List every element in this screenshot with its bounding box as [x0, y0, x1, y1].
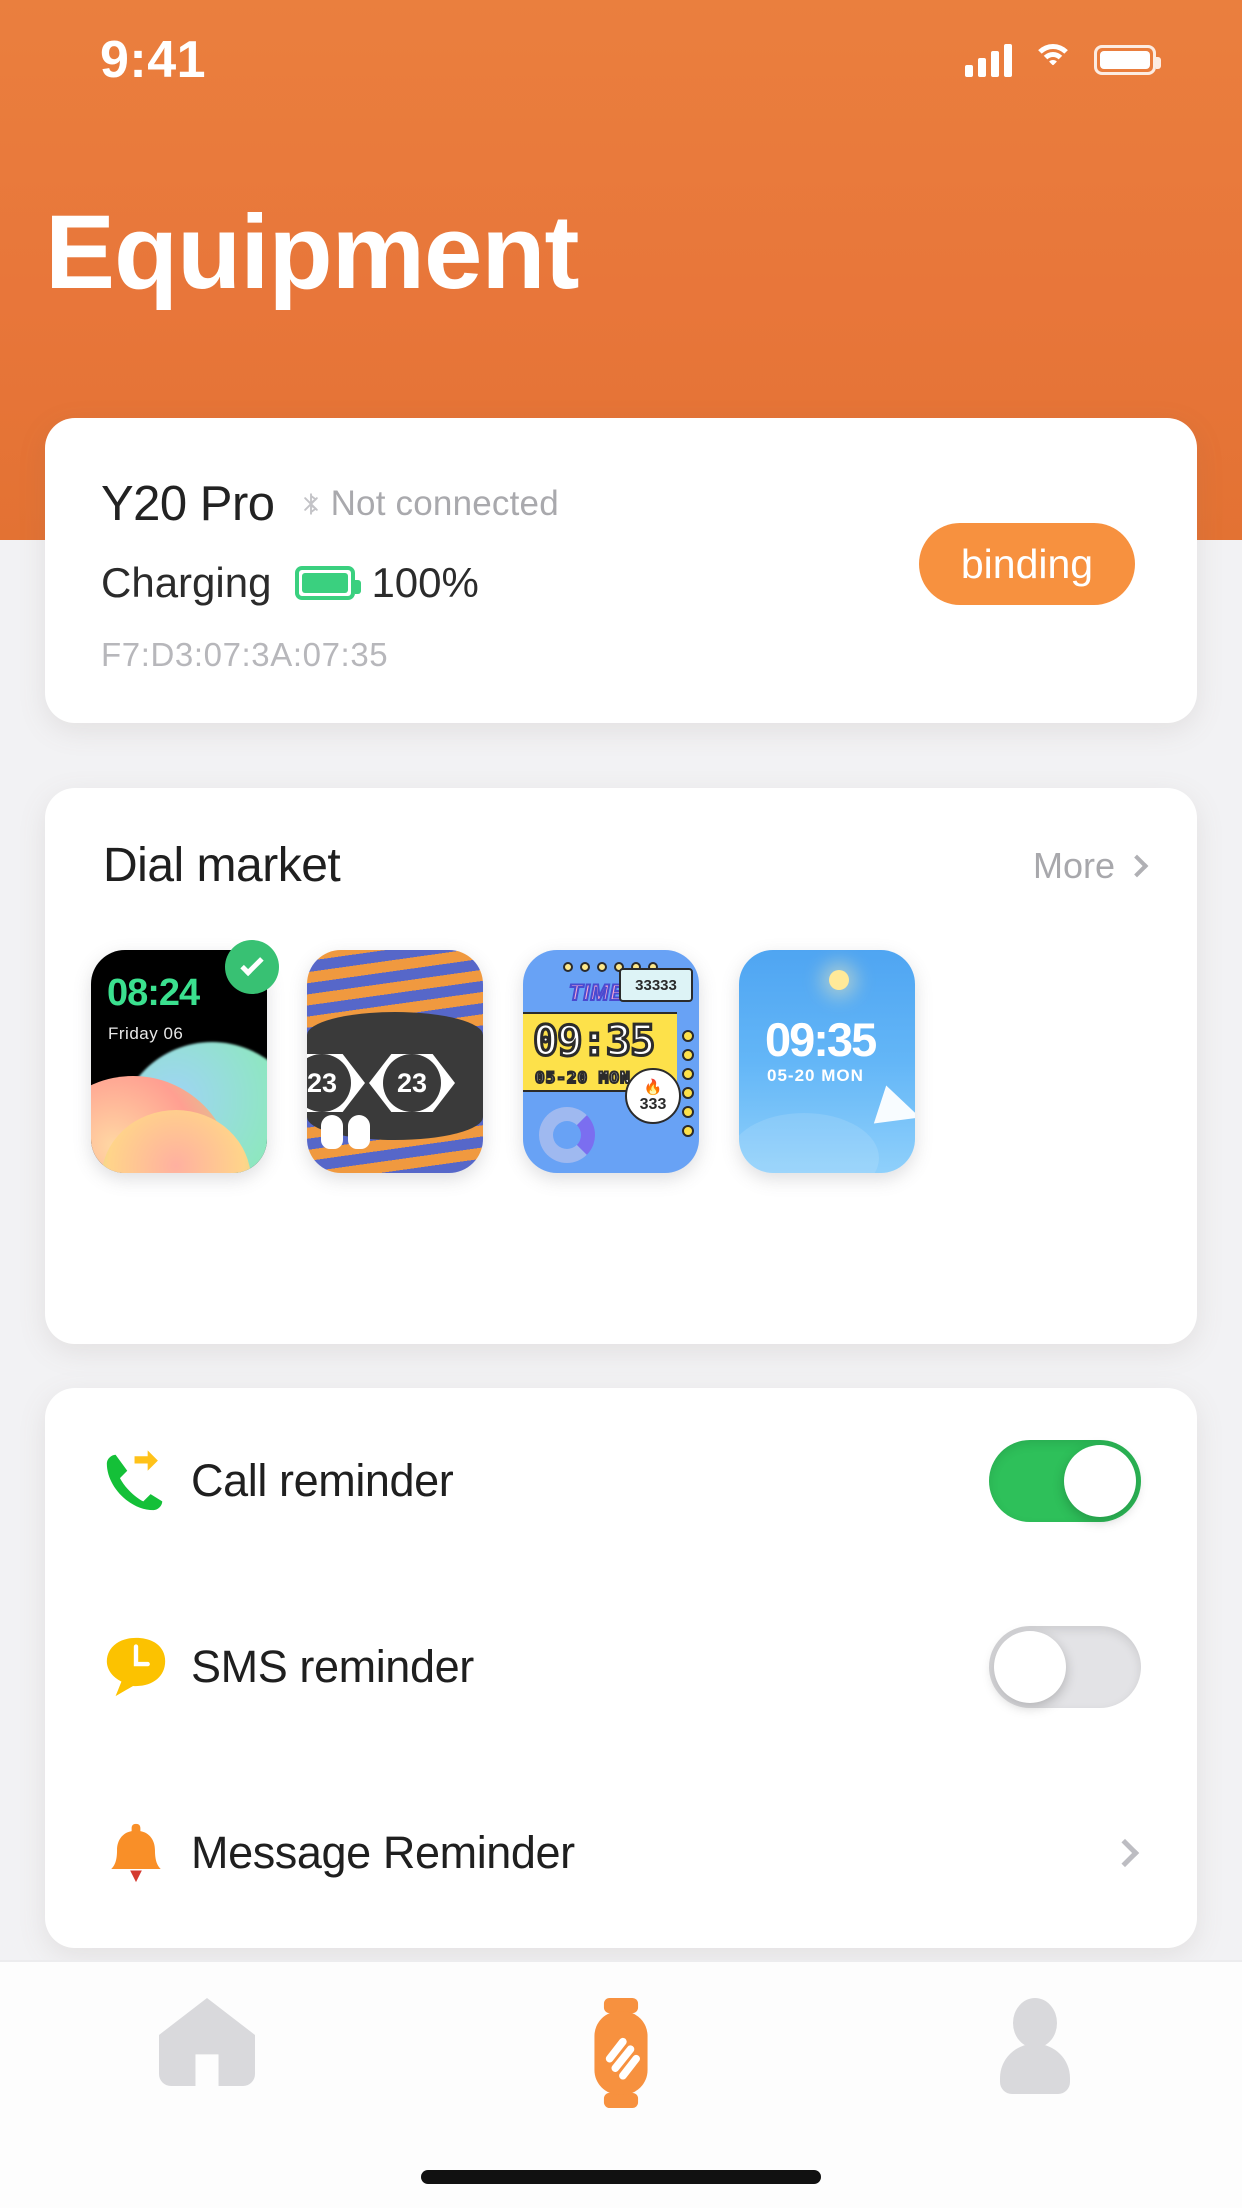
device-connection: Not connected — [297, 484, 559, 524]
dial-item[interactable]: 23 23 — [307, 950, 483, 1173]
dial-step-count: 33333 — [619, 968, 693, 1002]
binding-button[interactable]: binding — [919, 523, 1135, 605]
call-reminder-toggle[interactable] — [989, 1440, 1141, 1522]
settings-row-label: Call reminder — [191, 1455, 454, 1506]
settings-row-label: SMS reminder — [191, 1641, 474, 1692]
dial-right-number: 23 — [383, 1054, 441, 1112]
app-screen: 9:41 Equipment Y20 Pro Not connected Cha… — [0, 0, 1242, 2208]
dial-market-header: Dial market More — [103, 838, 1149, 893]
toggle-knob — [1064, 1445, 1136, 1517]
toggle-knob — [994, 1631, 1066, 1703]
blue-sky-dial-thumbnail[interactable]: 09:35 05-20 MON — [739, 950, 915, 1173]
bell-icon — [101, 1818, 171, 1888]
sms-bubble-icon — [101, 1632, 171, 1702]
sun-icon — [829, 970, 849, 990]
tab-profile[interactable] — [828, 1998, 1242, 2094]
dial-thumbnail-list[interactable]: 08:24 Friday 06 23 23 TIME 33333 09:35 0… — [91, 940, 1197, 1290]
wifi-icon — [1032, 44, 1074, 76]
device-name: Y20 Pro — [101, 477, 275, 531]
charging-label: Charging — [101, 559, 272, 606]
watch-icon — [594, 1998, 648, 2108]
cellular-signal-icon — [965, 43, 1012, 77]
more-label: More — [1032, 844, 1115, 886]
dial-calories: 333 — [639, 1096, 667, 1114]
hill-decoration — [739, 1113, 879, 1173]
chevron-right-icon — [1110, 1838, 1140, 1868]
battery-icon — [1094, 45, 1161, 75]
dial-time: 09:35 — [531, 1015, 656, 1067]
dial-market-title: Dial market — [103, 839, 341, 892]
dial-calorie-badge: 🔥 333 — [625, 1068, 681, 1124]
dial-item[interactable]: 09:35 05-20 MON — [739, 950, 915, 1173]
device-mac-address: F7:D3:07:3A:07:35 — [101, 636, 389, 673]
dial-market-more-button[interactable]: More — [1032, 844, 1149, 887]
teeth-decoration — [321, 1115, 370, 1149]
settings-row-sms-reminder[interactable]: SMS reminder — [45, 1574, 1197, 1760]
home-icon — [159, 1998, 255, 2086]
flame-icon: 🔥 — [643, 1079, 663, 1097]
home-indicator — [421, 2170, 821, 2184]
settings-row-call-reminder[interactable]: Call reminder — [45, 1388, 1197, 1574]
retro-pixel-dial-thumbnail[interactable]: TIME 33333 09:35 05-20 MON 🔥 333 — [523, 950, 699, 1173]
settings-card: Call reminder SMS reminder Message Remin… — [45, 1388, 1197, 1948]
dial-date: 05-20 MON — [767, 1066, 864, 1085]
ring-decoration — [539, 1107, 595, 1163]
tab-home[interactable] — [0, 1998, 414, 2086]
dial-item[interactable]: TIME 33333 09:35 05-20 MON 🔥 333 — [523, 950, 699, 1173]
settings-row-label: Message Reminder — [191, 1827, 575, 1878]
chevron-right-icon — [1125, 854, 1149, 877]
page-title: Equipment — [45, 194, 579, 311]
settings-row-message-reminder[interactable]: Message Reminder — [45, 1760, 1197, 1946]
dial-time: 09:35 — [765, 1013, 877, 1066]
dial-item[interactable]: 08:24 Friday 06 — [91, 940, 279, 1173]
dial-time-label: TIME — [568, 979, 626, 1006]
device-card[interactable]: Y20 Pro Not connected Charging 100% F7:D… — [45, 418, 1197, 723]
status-bar-icons — [965, 43, 1161, 77]
status-bar: 9:41 — [0, 0, 1242, 120]
dial-date: Friday 06 — [108, 1024, 184, 1043]
phone-call-icon — [101, 1446, 171, 1516]
profile-icon — [991, 1998, 1079, 2094]
selected-check-icon — [225, 940, 279, 994]
paper-plane-icon — [873, 1085, 915, 1137]
sms-reminder-toggle[interactable] — [989, 1626, 1141, 1708]
dial-date: 05-20 MON — [534, 1067, 631, 1088]
battery-level-icon — [295, 566, 362, 600]
device-battery-row: Charging 100% — [101, 559, 479, 607]
status-bar-time: 9:41 — [100, 31, 207, 89]
bluetooth-disconnected-icon — [303, 493, 318, 515]
device-name-row: Y20 Pro Not connected — [101, 476, 559, 532]
eyes-stripes-dial-thumbnail[interactable]: 23 23 — [307, 950, 483, 1173]
dial-market-card: Dial market More 08:24 Friday 06 23 23 T… — [45, 788, 1197, 1344]
battery-percent: 100% — [371, 559, 479, 606]
device-connection-status: Not connected — [330, 484, 559, 523]
dial-time: 08:24 — [107, 972, 200, 1014]
side-dot-column — [682, 1030, 694, 1137]
tab-device[interactable] — [414, 1998, 828, 2108]
